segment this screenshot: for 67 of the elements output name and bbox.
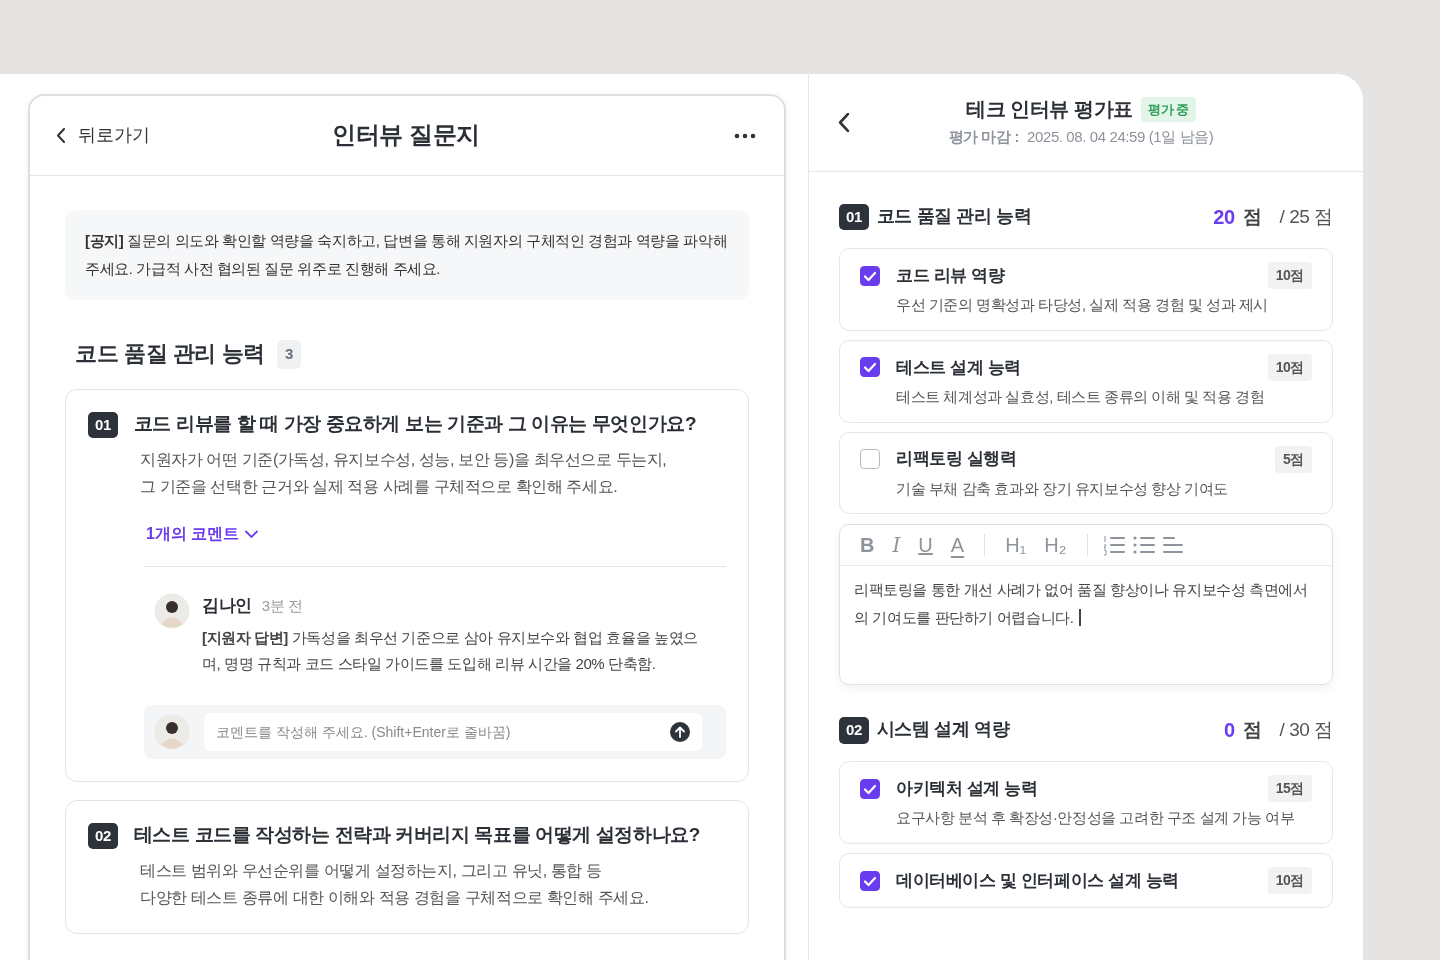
status-badge: 평가 중 [1141,96,1197,122]
section-title: 시스템 설계 역량 [876,719,1010,742]
score-total: / 25 점 [1279,204,1333,229]
question-title: 테스트 코드를 작성하는 전략과 커버리지 목표를 어떻게 설정하나요? [133,824,701,848]
back-icon[interactable] [837,112,851,133]
question-guide-text: 다양한 테스트 종류에 대한 이해와 적용 경험을 구체적으로 확인해 주세요. [140,888,650,908]
criterion-title: 리팩토링 실행력 [896,448,1018,471]
deadline-label: 평가 마감 : [948,127,1020,147]
comments-toggle[interactable]: 1개의 코멘트 [146,522,259,546]
score-unit: 점 [1242,204,1262,229]
page-title: 인터뷰 질문지 [331,121,481,150]
points-badge: 10점 [1267,262,1312,289]
criterion-title: 아키텍처 설계 능력 [896,778,1039,800]
comment-text: [지원자 답변] 가독성을 최우선 기준으로 삼아 유지보수와 협업 효율을 높였으며, 명명 규칙과 코드 스타일 가이드를 도입해 리뷰 시간을 20% 단축함. [202,627,699,674]
checkbox[interactable] [860,870,880,891]
criterion-description: 요구사항 분석 후 확장성·안정성을 고려한 구조 설계 가능 여부 [895,809,1296,829]
points-badge: 15점 [1267,775,1312,803]
section-number: 01 [839,203,869,231]
criterion-title: 테스트 설계 능력 [896,356,1022,379]
format-button[interactable]: A [944,532,971,559]
comment-editor[interactable]: B I U A H₁ H₂ 리팩토링을 통한 개선 사례가 없어 품질 향상이나 유지보수성 측면에서의 기여도를 판단하기 어렵습니다. [839,524,1333,686]
checkbox[interactable] [860,778,880,799]
send-icon[interactable] [670,721,690,742]
author-name: 김나인 [202,595,252,617]
comment-input-field[interactable]: 코멘트를 작성해 주세요. (Shift+Enter로 줄바꿈) [204,712,702,751]
section-title: 코드 품질 관리 능력 [876,206,1032,228]
points-badge: 10점 [1267,867,1312,894]
comment-time: 3분 전 [261,596,303,616]
format-button[interactable]: I [886,532,907,559]
checkbox[interactable] [860,449,880,469]
question-guide-text: 테스트 범위와 우선순위를 어떻게 설정하는지, 그리고 유닛, 통합 등 [140,861,603,881]
score-unit: 점 [1242,718,1262,742]
score-total: / 30 점 [1279,718,1333,742]
criterion-description: 테스트 체계성과 실효성, 테스트 종류의 이해 및 적용 경험 [895,387,1266,407]
notice-text: [공지] 질문의 의도와 확인할 역량을 숙지하고, 답변을 통해 지원자의 구체적인 경험과 역량을 파악해 주세요. 가급적 사전 협의된 질문 위주로 진행해 주세요. [65,210,749,300]
points-badge: 5점 [1275,445,1312,473]
section-title: 코드 품질 관리 능력 [75,341,265,368]
question-guide-text: 지원자가 어떤 기준(가독성, 유지보수성, 성능, 보안 등)을 최우선으로 두는지, [140,450,668,470]
score-value: 0 [1224,718,1235,744]
section-number: 02 [839,717,869,744]
format-button[interactable]: U [912,532,939,559]
back-button[interactable]: 뒤로가기 [56,122,256,149]
question-number: 02 [88,822,118,849]
more-icon[interactable] [734,132,756,139]
criterion-title: 코드 리뷰 역량 [896,264,1006,287]
page-title: 테크 인터뷰 평가표 [965,97,1134,122]
criterion-description: 우선 기준의 명확성과 타당성, 실제 적용 경험 및 성과 제시 [895,296,1270,315]
format-button[interactable]: B [854,532,881,559]
deadline-value: 2025. 08. 04 24:59 (1일 남음) [1027,127,1214,147]
score-value: 20 [1213,205,1235,230]
checkbox[interactable] [860,265,880,286]
points-badge: 10점 [1267,353,1312,381]
count-badge: 3 [276,340,301,369]
chevron-left-icon [56,128,66,143]
question-guide-text: 그 기준을 선택한 근거와 실제 적용 사례를 구체적으로 확인해 주세요. [140,477,619,497]
criterion-description: 기술 부채 감축 효과와 장기 유지보수성 향상 기여도 [895,479,1229,499]
numbered-list-icon[interactable] [1101,534,1126,557]
editor-text: 리팩토링을 통한 개선 사례가 없어 품질 향상이나 유지보수성 측면에서의 기여도를 판단하기 어렵습니다. [854,580,1309,629]
avatar-icon [154,713,190,750]
criterion-title: 데이터베이스 및 인터페이스 설계 능력 [896,869,1180,892]
avatar-icon [154,593,190,629]
heading-button[interactable]: H₂ [1038,532,1073,559]
chevron-icon [245,529,259,539]
question-number: 01 [88,411,118,438]
question-title: 코드 리뷰를 할 때 가장 중요하게 보는 기준과 그 이유는 무엇인가요? [133,413,697,437]
heading-button[interactable]: H₁ [999,532,1033,559]
checkbox[interactable] [860,357,880,378]
